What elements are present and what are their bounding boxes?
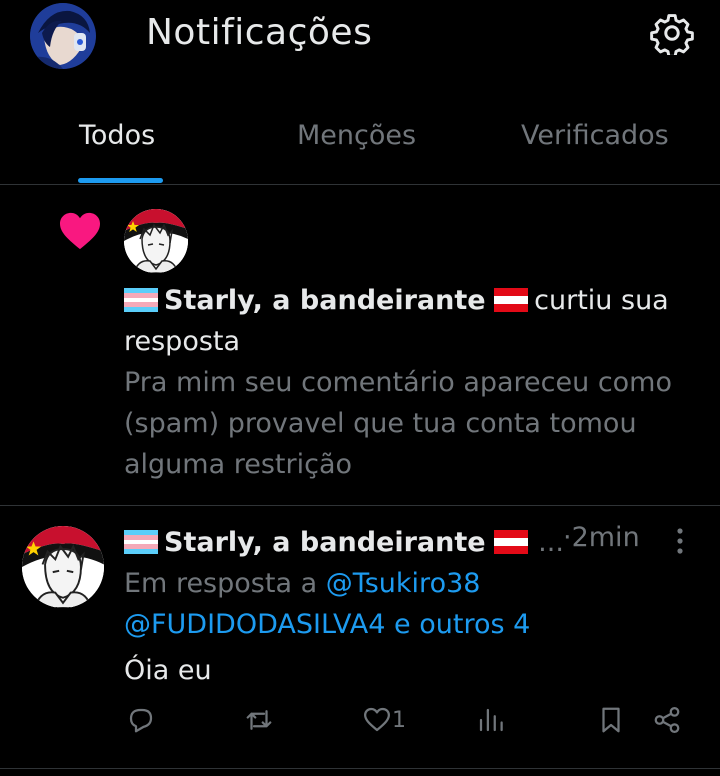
reply-icon — [129, 708, 153, 733]
reply-mention-link[interactable]: @Tsukiro38 — [326, 568, 481, 599]
top-bar: Notificações — [0, 0, 720, 80]
gear-icon[interactable] — [650, 11, 694, 58]
reply-mention-link[interactable]: @FUDIDODASILVA4 — [124, 609, 385, 640]
user-avatar[interactable] — [124, 209, 188, 273]
heart-icon — [58, 211, 102, 251]
avatar-image — [124, 209, 188, 273]
reply-button[interactable] — [126, 702, 156, 738]
action-text: curtiu sua — [534, 285, 669, 316]
views-chart-icon — [479, 708, 503, 732]
reply-prefix: Em resposta a — [124, 568, 318, 599]
bookmark-button[interactable] — [596, 702, 626, 738]
repost-button[interactable] — [244, 702, 274, 738]
avatar-image — [30, 3, 96, 69]
post-time[interactable]: ·2min — [563, 522, 640, 553]
name-truncation: ... — [538, 527, 564, 558]
bookmark-icon — [602, 707, 620, 733]
tab-mencoes[interactable]: Menções — [297, 120, 416, 151]
notification-summary: Starly, a bandeirante curtiu sua — [124, 280, 669, 324]
user-avatar[interactable] — [22, 526, 104, 608]
quoted-text-line: alguma restrição — [124, 449, 353, 480]
share-button[interactable] — [652, 702, 682, 738]
avatar-image — [22, 526, 104, 608]
reply-context-cont: @FUDIDODASILVA4 e outros 4 — [124, 604, 530, 645]
reply-post[interactable]: Starly, a bandeirante ... ·2min Em respo… — [0, 506, 720, 769]
heart-outline-icon — [364, 707, 390, 732]
profile-avatar[interactable] — [30, 3, 96, 69]
repost-icon — [246, 710, 272, 730]
quoted-text-line: Pra mim seu comentário apareceu como — [124, 367, 673, 398]
notification-tabs: Todos Menções Verificados — [0, 104, 720, 185]
page-title: Notificações — [146, 12, 373, 53]
trans-flag-icon — [124, 283, 158, 324]
like-button[interactable]: 1 — [362, 702, 406, 738]
user-name[interactable]: Starly, a bandeirante — [164, 285, 486, 316]
post-text: Óia eu — [124, 655, 212, 686]
post-header: Starly, a bandeirante ... — [124, 522, 564, 566]
tab-todos[interactable]: Todos — [79, 120, 155, 151]
reply-context: Em resposta a @Tsukiro38 — [124, 563, 480, 604]
more-options-icon[interactable] — [668, 526, 692, 556]
trans-flag-icon — [124, 525, 158, 566]
active-tab-indicator — [78, 178, 163, 183]
views-button[interactable] — [476, 702, 506, 738]
tab-verificados[interactable]: Verificados — [521, 120, 669, 151]
action-text-cont: resposta — [124, 326, 241, 357]
flag-icon — [494, 525, 529, 566]
reply-others-link[interactable]: e outros 4 — [394, 609, 530, 640]
post-actions: 1 — [0, 702, 720, 742]
share-icon — [654, 707, 680, 733]
quoted-text-line: (spam) provavel que tua conta tomou — [124, 408, 637, 439]
flag-icon — [494, 283, 529, 324]
user-name[interactable]: Starly, a bandeirante — [164, 527, 486, 558]
like-notification[interactable]: Starly, a bandeirante curtiu sua respost… — [0, 185, 720, 506]
like-count: 1 — [392, 707, 406, 733]
